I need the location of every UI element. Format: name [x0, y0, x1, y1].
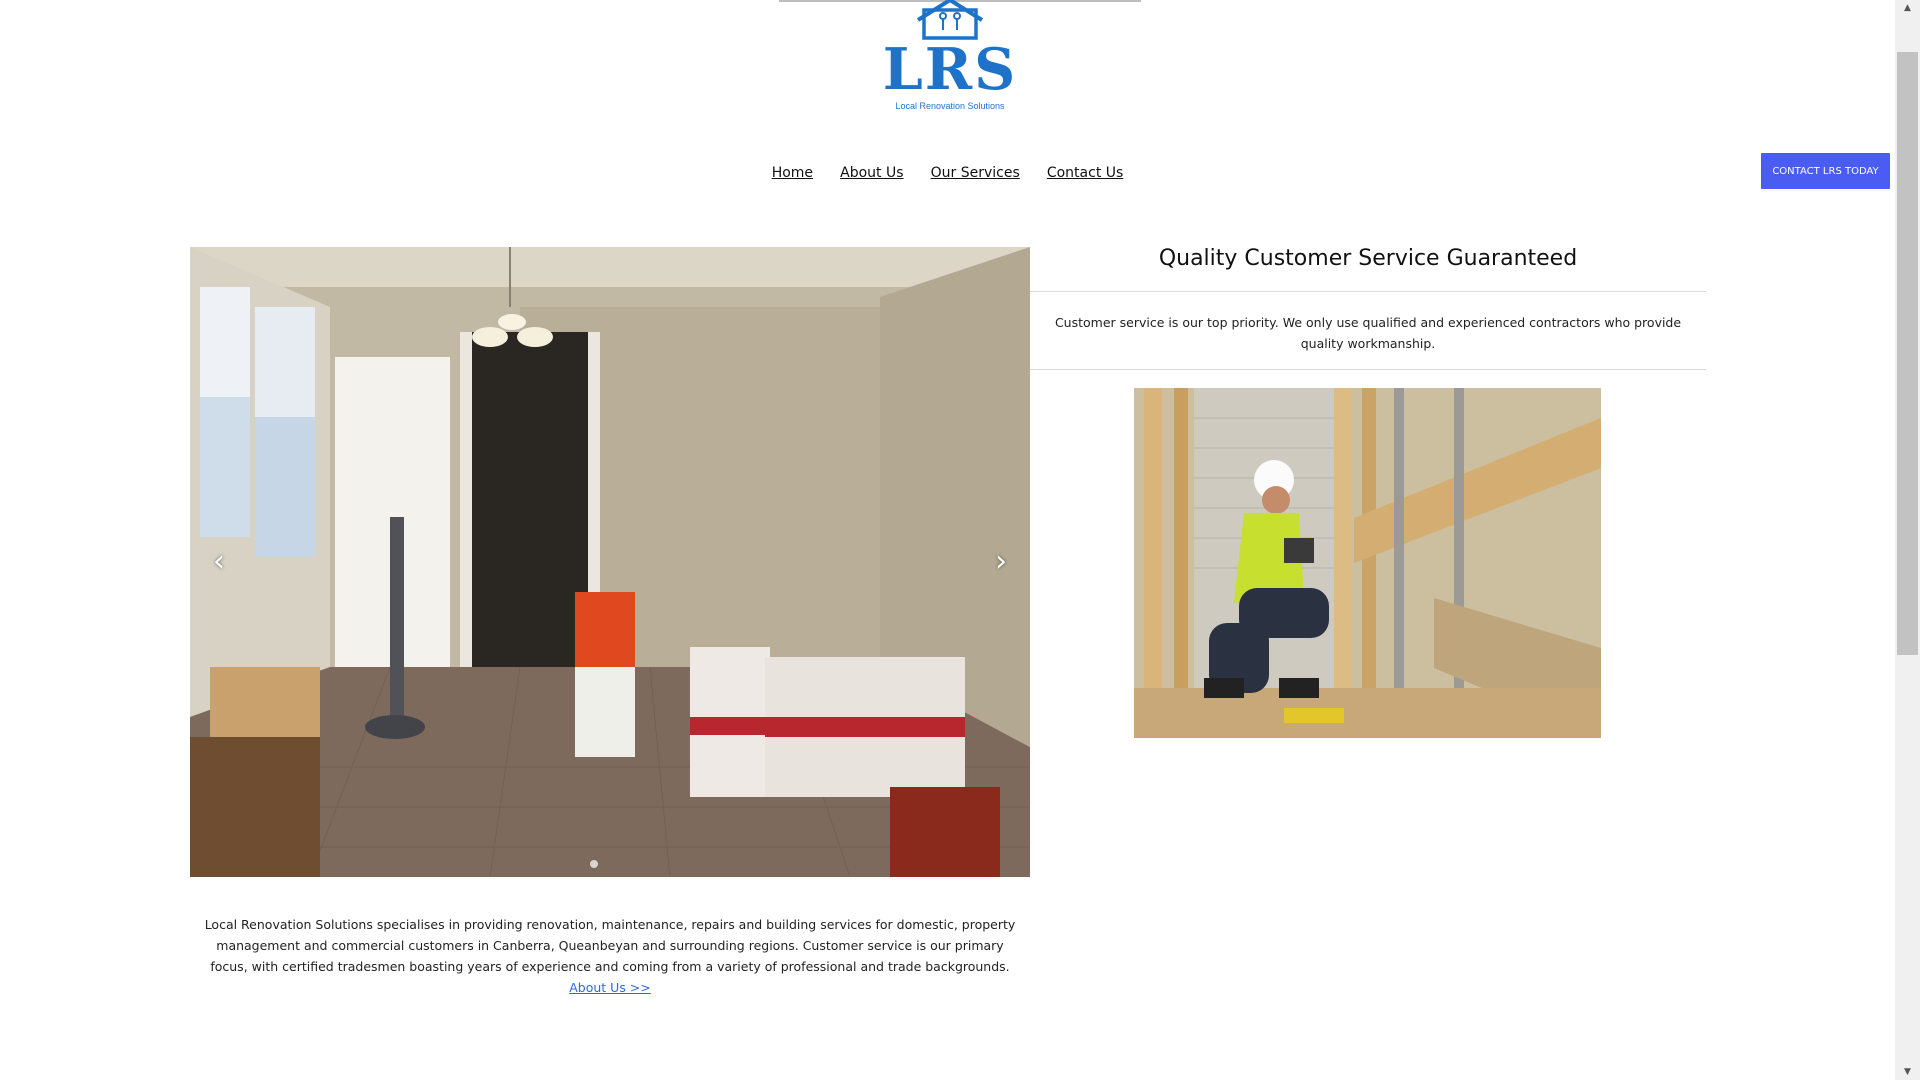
tools-icon — [953, 12, 961, 30]
carousel-next-button[interactable]: › — [990, 544, 1012, 579]
nav-contact-us[interactable]: Contact Us — [1047, 165, 1123, 181]
main-nav: Home About Us Our Services Contact Us — [0, 162, 1895, 181]
worker-photo — [1134, 388, 1601, 738]
feature-text: Customer service is our top priority. We… — [1054, 315, 1682, 351]
wrench-icon — [939, 12, 947, 30]
chevron-left-icon: ‹ — [213, 544, 225, 579]
about-paragraph: Local Renovation Solutions specialises i… — [200, 914, 1020, 998]
house-icon — [916, 0, 984, 40]
about-us-link[interactable]: About Us >> — [569, 980, 651, 995]
feature-divider-bottom — [1030, 369, 1706, 370]
nav-about-us[interactable]: About Us — [840, 165, 903, 181]
feature-title: Quality Customer Service Guaranteed — [1158, 246, 1578, 271]
logo-title: LRS — [882, 36, 1018, 103]
scrollbar-thumb[interactable] — [1897, 52, 1918, 655]
contact-cta-button[interactable]: CONTACT LRS TODAY — [1761, 153, 1890, 189]
carousel-prev-button[interactable]: ‹ — [208, 544, 230, 579]
chevron-right-icon: › — [995, 544, 1007, 579]
site-logo[interactable]: LRS Local Renovation Solutions — [880, 0, 1020, 120]
feature-divider-top — [1030, 291, 1706, 292]
about-text: Local Renovation Solutions specialises i… — [204, 917, 1016, 974]
carousel-indicator-dot[interactable] — [590, 860, 598, 868]
logo-subtitle: Local Renovation Solutions — [895, 101, 1005, 111]
scroll-down-icon[interactable]: ▼ — [1895, 1064, 1920, 1080]
nav-home[interactable]: Home — [772, 165, 813, 181]
nav-our-services[interactable]: Our Services — [931, 165, 1020, 181]
hero-carousel-image — [190, 247, 1030, 877]
scroll-up-icon[interactable]: ▲ — [1895, 0, 1920, 16]
